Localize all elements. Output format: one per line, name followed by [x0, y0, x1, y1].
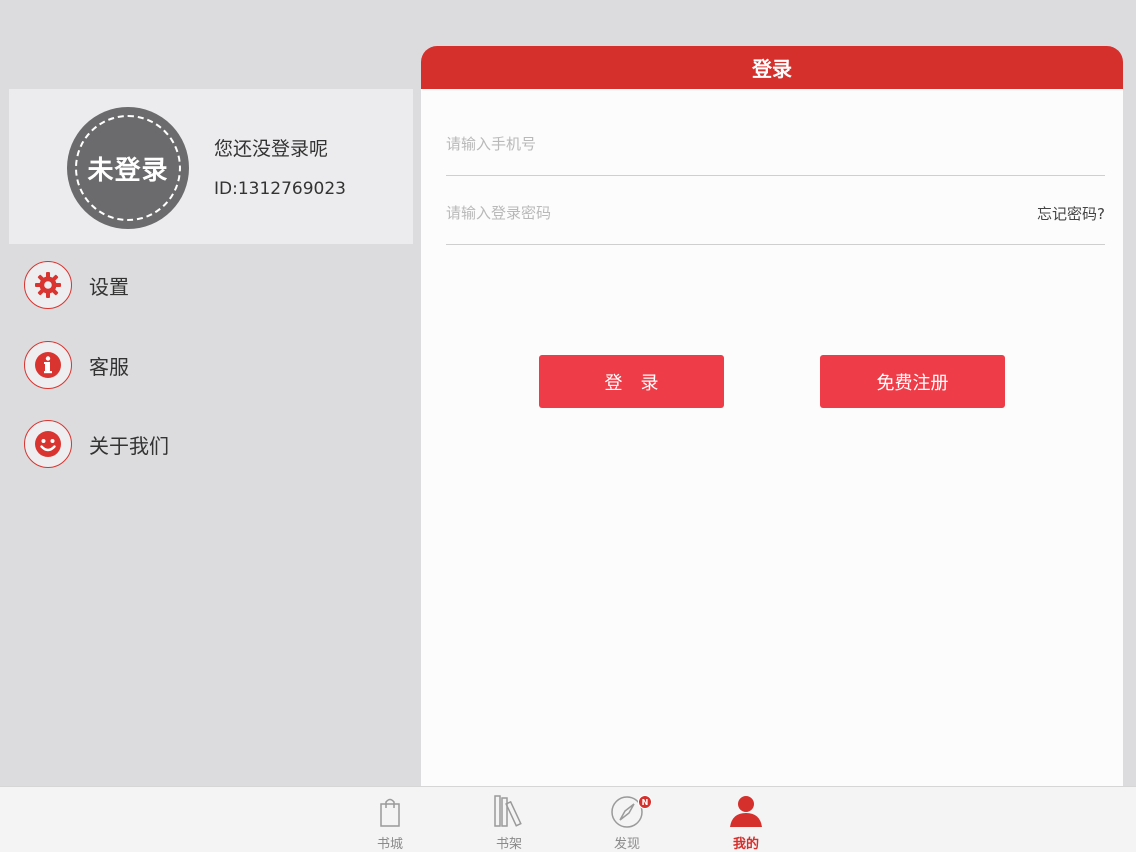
login-panel-title: 登录 — [421, 46, 1123, 89]
login-button[interactable]: 登录 — [539, 355, 724, 408]
tab-label-bookshelf: 书架 — [495, 837, 522, 852]
tab-label-bookstore: 书城 — [376, 837, 403, 852]
bookshelf-icon — [491, 793, 527, 829]
tab-label-mine: 我的 — [732, 837, 759, 852]
login-panel: 登录 忘记密码? 登录 免费注册 — [421, 46, 1123, 786]
menu-item-about[interactable]: 关于我们 — [24, 419, 404, 469]
compass-icon: N — [609, 793, 652, 829]
info-icon — [24, 341, 72, 389]
avatar[interactable]: 未登录 — [67, 107, 189, 229]
menu-item-support[interactable]: 客服 — [24, 340, 404, 390]
person-icon — [728, 793, 764, 829]
tab-bar: 书城 书架 N 发现 我的 — [0, 786, 1136, 852]
menu-label-about: 关于我们 — [89, 433, 169, 458]
forgot-password-link[interactable]: 忘记密码? — [1037, 203, 1105, 224]
login-status-text: 您还没登录呢 — [214, 138, 329, 160]
menu-label-support: 客服 — [89, 354, 129, 379]
menu-item-settings[interactable]: 设置 — [24, 260, 404, 310]
password-divider — [446, 244, 1105, 245]
gear-icon — [24, 261, 72, 309]
profile-card[interactable]: 未登录 您还没登录呢 ID:1312769023 — [9, 89, 413, 244]
smiley-icon — [24, 420, 72, 468]
avatar-text: 未登录 — [87, 155, 169, 186]
tab-label-discover: 发现 — [613, 837, 640, 852]
user-id-text: ID:1312769023 — [214, 179, 346, 199]
password-input[interactable] — [446, 204, 966, 222]
tab-discover[interactable]: N 发现 — [592, 793, 662, 852]
register-button[interactable]: 免费注册 — [820, 355, 1005, 408]
discover-badge: N — [638, 795, 652, 809]
tab-mine[interactable]: 我的 — [711, 793, 781, 852]
shopping-bag-icon — [372, 793, 408, 829]
menu-label-settings: 设置 — [89, 274, 129, 299]
phone-field-row — [446, 134, 1105, 154]
app-root: 未登录 您还没登录呢 ID:1312769023 设置 客服 关于我们 登录 请… — [0, 0, 1136, 852]
phone-input[interactable] — [446, 135, 966, 153]
tab-bookshelf[interactable]: 书架 — [474, 793, 544, 852]
phone-divider — [446, 175, 1105, 176]
password-field-row: 忘记密码? — [446, 203, 1105, 223]
tab-bookstore[interactable]: 书城 — [355, 793, 425, 852]
